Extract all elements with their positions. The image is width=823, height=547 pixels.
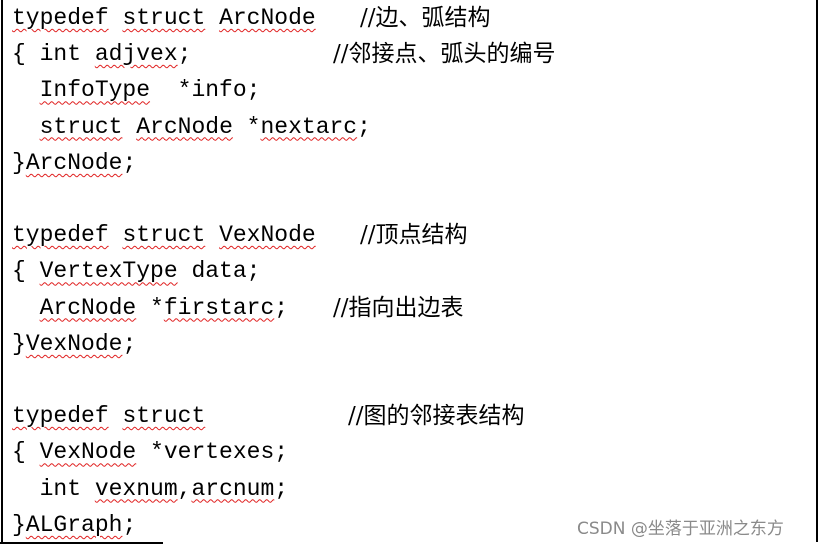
spellcheck-flagged-token: VertexType — [39, 258, 178, 285]
code-token: ; — [357, 113, 371, 140]
spellcheck-flagged-token: struct — [39, 113, 123, 140]
spellcheck-flagged-token: arcnum — [191, 475, 275, 502]
code-token: *info; — [150, 77, 261, 104]
spellcheck-flagged-token: InfoType — [39, 77, 151, 104]
spellcheck-flagged-token: typedef — [12, 403, 109, 430]
code-line: { VexNode *vertexes; — [12, 434, 288, 470]
watermark: CSDN @坐落于亚洲之东方 — [577, 519, 784, 539]
code-line: struct ArcNode *nextarc; — [12, 109, 371, 145]
code-line: }ALGraph; — [12, 507, 136, 543]
code-token: { — [12, 258, 40, 285]
spellcheck-flagged-token: adjvex — [94, 41, 178, 68]
code-line: typedef struct ArcNode //边、弧结构 — [12, 0, 491, 36]
spellcheck-flagged-token: VexNode — [39, 439, 137, 466]
code-line: }ArcNode; — [12, 145, 136, 181]
code-comment: //图的邻接表结构 — [348, 403, 525, 430]
code-token: } — [12, 330, 26, 357]
code-token: { — [12, 439, 40, 466]
code-token: ; — [122, 330, 137, 357]
code-line: { VertexType data; — [12, 253, 260, 289]
spellcheck-flagged-token: ArcNode — [39, 294, 137, 321]
code-token: , — [177, 475, 192, 502]
code-token: ; — [122, 149, 137, 176]
spellcheck-flagged-token: ALGraph — [25, 511, 123, 538]
code-token: } — [12, 511, 26, 538]
code-token: ; — [274, 475, 289, 502]
code-line: typedef struct VexNode //顶点结构 — [12, 217, 468, 253]
code-token: data; — [177, 258, 261, 285]
code-token: ; — [177, 41, 192, 68]
code-token: ; — [122, 511, 137, 538]
code-line: }VexNode; — [12, 326, 136, 362]
spellcheck-flagged-token: struct — [122, 5, 206, 31]
code-line: ArcNode *firstarc; //指向出边表 — [12, 290, 464, 326]
code-token: { int — [12, 41, 95, 68]
spellcheck-flagged-token: VexNode — [25, 330, 123, 357]
spellcheck-flagged-token: struct — [122, 222, 206, 249]
code-comment: //指向出边表 — [333, 294, 464, 321]
spellcheck-flagged-token: ArcNode — [219, 5, 316, 31]
code-token: * — [232, 113, 261, 140]
code-token: *vertexes; — [136, 439, 289, 466]
code-line: typedef struct //图的邻接表结构 — [12, 398, 525, 434]
code-line: int vexnum,arcnum; — [12, 471, 289, 507]
spellcheck-flagged-token: typedef — [12, 222, 109, 249]
code-line: InfoType *info; — [12, 72, 261, 108]
spellcheck-flagged-token: ArcNode — [25, 149, 123, 176]
spellcheck-flagged-token: vexnum — [94, 475, 178, 502]
spellcheck-flagged-token: struct — [122, 403, 206, 430]
spellcheck-flagged-token: VexNode — [219, 222, 316, 249]
code-token: int — [12, 475, 95, 502]
code-comment: //邻接点、弧头的编号 — [333, 41, 556, 68]
spellcheck-flagged-token: nextarc — [260, 113, 358, 140]
code-token: } — [12, 149, 26, 176]
spellcheck-flagged-token: firstarc — [163, 294, 275, 321]
code-comment: //边、弧结构 — [360, 5, 491, 31]
spellcheck-flagged-token: ArcNode — [136, 113, 233, 140]
code-token: ; — [274, 294, 289, 321]
spellcheck-flagged-token: typedef — [12, 5, 109, 31]
code-line: { int adjvex; //邻接点、弧头的编号 — [12, 36, 556, 72]
code-token: * — [136, 294, 164, 321]
code-comment: //顶点结构 — [360, 222, 468, 249]
